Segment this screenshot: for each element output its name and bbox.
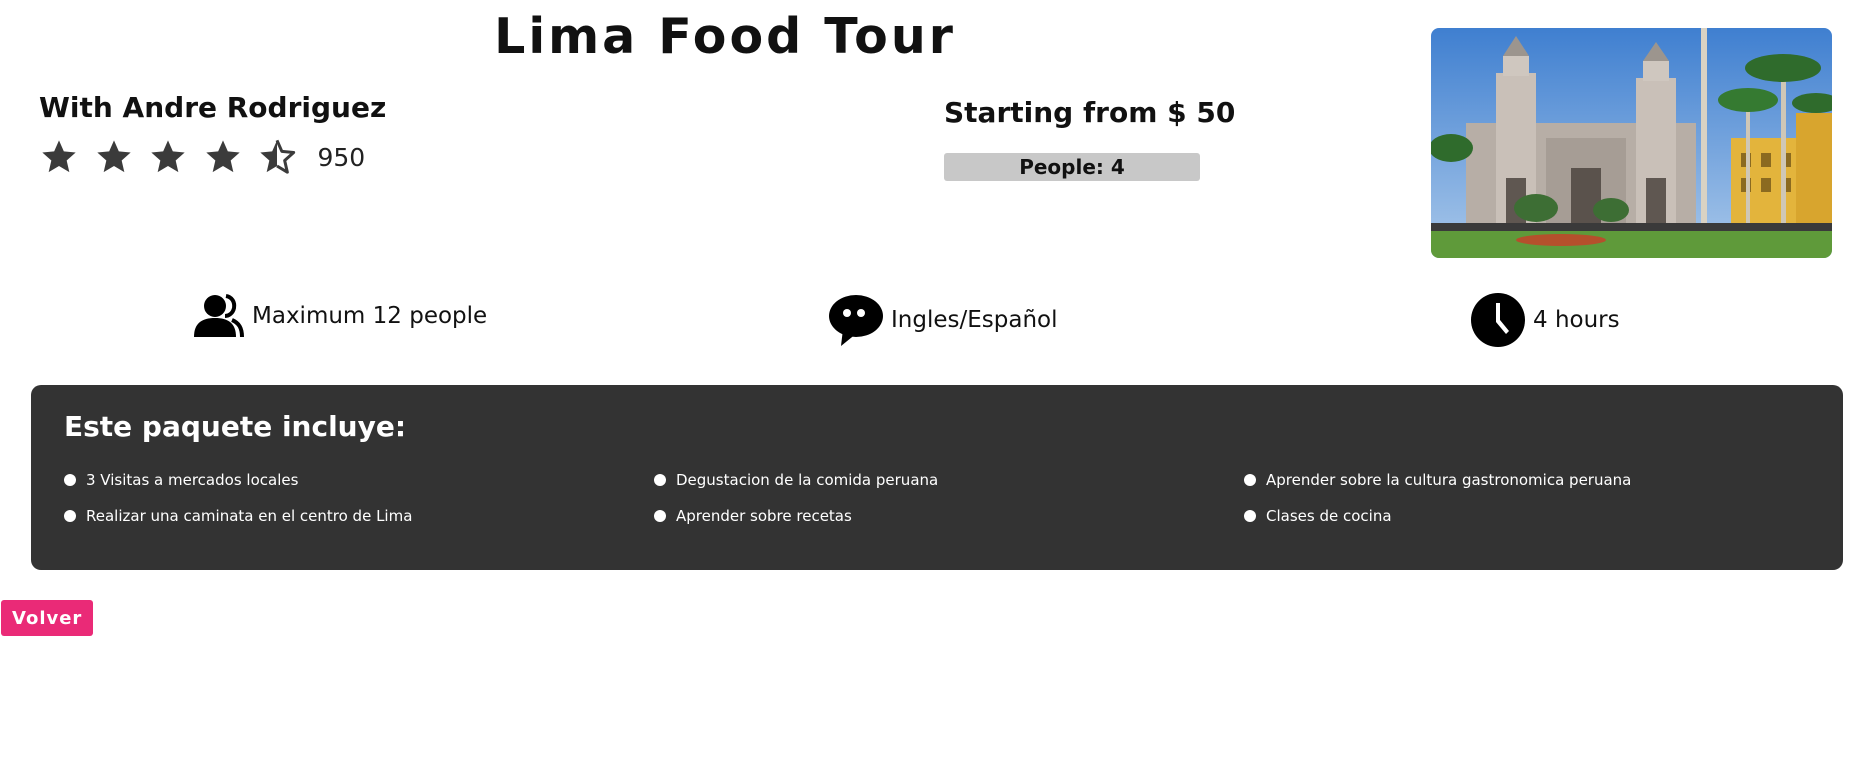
- clock-icon: [1471, 293, 1525, 347]
- review-count: 950: [317, 142, 366, 172]
- bullet-icon: [654, 474, 666, 486]
- star-icon: [96, 140, 131, 173]
- include-item-text: Aprender sobre la cultura gastronomica p…: [1266, 471, 1632, 489]
- cathedral-photo: [1431, 28, 1832, 258]
- list-item: 3 Visitas a mercados locales: [64, 471, 298, 489]
- back-button[interactable]: Volver: [1, 600, 94, 636]
- bullet-icon: [64, 474, 76, 486]
- rating: 950: [39, 137, 365, 177]
- feature-languages: Ingles/Español: [829, 293, 1057, 347]
- duration-label: 4 hours: [1533, 307, 1620, 333]
- star-icon: [151, 140, 185, 173]
- feature-duration: 4 hours: [1471, 293, 1620, 347]
- star-icon: [205, 140, 240, 173]
- list-item: Aprender sobre la cultura gastronomica p…: [1244, 471, 1631, 489]
- feature-max-people: Maximum 12 people: [192, 293, 487, 339]
- tour-detail-page: Lima Food Tour With Andre Rodriguez 950 …: [0, 0, 1867, 777]
- list-item: Clases de cocina: [1244, 507, 1392, 525]
- includes-panel: Este paquete incluye: 3 Visitas a mercad…: [31, 385, 1843, 570]
- include-item-text: Realizar una caminata en el centro de Li…: [86, 507, 413, 525]
- star-half-icon: [260, 139, 296, 174]
- bullet-icon: [1244, 510, 1256, 522]
- star-icon: [42, 140, 76, 173]
- languages-label: Ingles/Español: [891, 307, 1058, 333]
- list-item: Aprender sobre recetas: [654, 507, 852, 525]
- list-item: Realizar una caminata en el centro de Li…: [64, 507, 412, 525]
- bullet-icon: [1244, 474, 1256, 486]
- speech-bubble-icon: [829, 295, 883, 346]
- price-label: Starting from $ 50: [944, 96, 1236, 129]
- bullet-icon: [64, 510, 76, 522]
- include-item-text: Degustacion de la comida peruana: [676, 471, 939, 489]
- guide-name: With Andre Rodriguez: [39, 91, 387, 124]
- include-item-text: Aprender sobre recetas: [676, 507, 852, 525]
- max-people-label: Maximum 12 people: [252, 303, 488, 329]
- people-count-badge: People: 4: [944, 153, 1200, 181]
- page-title: Lima Food Tour: [494, 8, 956, 65]
- include-item-text: Clases de cocina: [1266, 507, 1392, 525]
- includes-title: Este paquete incluye:: [64, 410, 407, 443]
- list-item: Degustacion de la comida peruana: [654, 471, 938, 489]
- bullet-icon: [654, 510, 666, 522]
- people-group-icon: [194, 294, 244, 338]
- include-item-text: 3 Visitas a mercados locales: [86, 471, 299, 489]
- cathedral-photo-graphic: [1431, 28, 1832, 258]
